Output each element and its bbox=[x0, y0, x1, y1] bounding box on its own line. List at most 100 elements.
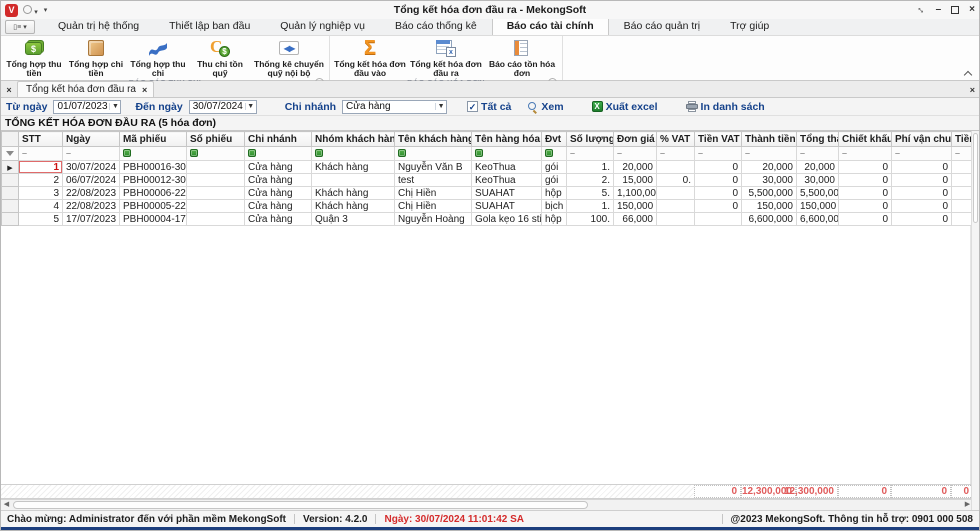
grid-cell[interactable]: gói bbox=[542, 161, 567, 174]
filter-cell-14[interactable]: – bbox=[797, 147, 839, 161]
grid-cell[interactable] bbox=[952, 213, 972, 226]
grid-cell[interactable]: bịch bbox=[542, 200, 567, 213]
table-row[interactable]: 422/08/2023PBH00005-220...Cửa hàngKhách … bbox=[2, 200, 972, 213]
chevron-down-icon[interactable]: ▼ bbox=[435, 103, 446, 110]
grid-cell[interactable]: SUAHAT bbox=[472, 187, 542, 200]
close-tab-icon[interactable]: × bbox=[142, 85, 147, 95]
filter-cell-6[interactable] bbox=[395, 147, 472, 161]
grid-cell[interactable]: 5 bbox=[19, 213, 63, 226]
grid-cell[interactable]: 5. bbox=[567, 187, 614, 200]
restore-button[interactable] bbox=[951, 6, 959, 14]
grid-cell[interactable]: 30,000 bbox=[742, 174, 797, 187]
column-header-13[interactable]: Thành tiền bbox=[742, 132, 797, 147]
grid-cell[interactable]: Chị Hiền bbox=[395, 187, 472, 200]
column-header-5[interactable]: Nhóm khách hàng bbox=[312, 132, 395, 147]
filter-cell-10[interactable]: – bbox=[614, 147, 657, 161]
document-tab[interactable]: Tổng kết hóa đơn đầu ra × bbox=[17, 81, 154, 97]
table-row[interactable]: ▶130/07/2024PBH00016-300...Cửa hàngKhách… bbox=[2, 161, 972, 174]
all-checkbox-group[interactable]: ✓ Tất cả bbox=[467, 101, 511, 113]
grid-cell[interactable]: Nguyễn Hoàng bbox=[395, 213, 472, 226]
ribbon-tab-1[interactable]: Thiết lập ban đầu bbox=[154, 17, 265, 35]
grid-cell[interactable]: 2 bbox=[19, 174, 63, 187]
grid-cell[interactable]: 0 bbox=[695, 187, 742, 200]
grid-cell[interactable]: 150,000 bbox=[797, 200, 839, 213]
grid-cell[interactable]: Khách hàng bbox=[312, 187, 395, 200]
filter-cell-17[interactable]: – bbox=[952, 147, 972, 161]
scrollbar-thumb[interactable] bbox=[973, 133, 978, 223]
grid-cell[interactable]: 06/07/2024 bbox=[63, 174, 120, 187]
grid-cell[interactable]: 0 bbox=[892, 187, 952, 200]
grid-cell[interactable]: 0 bbox=[892, 213, 952, 226]
column-header-7[interactable]: Tên hàng hóa bbox=[472, 132, 542, 147]
ribbon-button-1-1[interactable]: xTổng kết hóa đơn đầu ra bbox=[408, 36, 484, 78]
grid-cell[interactable]: 20,000 bbox=[614, 161, 657, 174]
ribbon-button-0-1[interactable]: Tổng hợp chi tiền bbox=[65, 36, 127, 78]
grid-cell[interactable]: 4 bbox=[19, 200, 63, 213]
filter-cell-2[interactable] bbox=[120, 147, 187, 161]
print-list-button[interactable]: In danh sách bbox=[686, 101, 765, 113]
vertical-scrollbar[interactable] bbox=[971, 131, 979, 510]
grid-cell[interactable]: gói bbox=[542, 174, 567, 187]
filter-cell-1[interactable]: – bbox=[63, 147, 120, 161]
ribbon-button-1-0[interactable]: ΣTổng kết hóa đơn đầu vào bbox=[332, 36, 408, 78]
chevron-down-icon[interactable]: ▼ bbox=[109, 103, 120, 110]
grid-cell[interactable] bbox=[187, 174, 245, 187]
table-row[interactable]: 517/07/2023PBH00004-170...Cửa hàngQuận 3… bbox=[2, 213, 972, 226]
to-date-picker[interactable]: 30/07/2024 ▼ bbox=[189, 100, 257, 114]
filter-cell-8[interactable] bbox=[542, 147, 567, 161]
grid-cell[interactable]: PBH00005-220... bbox=[120, 200, 187, 213]
grid-cell[interactable]: 100. bbox=[567, 213, 614, 226]
grid-empty-area[interactable] bbox=[1, 226, 971, 484]
grid-cell[interactable]: 0 bbox=[695, 200, 742, 213]
grid-cell[interactable]: 1 bbox=[19, 161, 63, 174]
grid-cell[interactable]: 6,600,000 bbox=[742, 213, 797, 226]
ribbon-button-0-3[interactable]: C$Thu chi tồn quỹ bbox=[189, 36, 251, 78]
filter-cell-3[interactable] bbox=[187, 147, 245, 161]
all-checkbox[interactable]: ✓ bbox=[467, 101, 478, 112]
ribbon-button-0-2[interactable]: Tổng hợp thu chi bbox=[127, 36, 189, 78]
grid-cell[interactable]: 0 bbox=[695, 161, 742, 174]
table-row[interactable]: 206/07/2024PBH00012-300...Cửa hàngtestKe… bbox=[2, 174, 972, 187]
filter-cell-5[interactable] bbox=[312, 147, 395, 161]
grid-cell[interactable]: 150,000 bbox=[742, 200, 797, 213]
column-header-2[interactable]: Mã phiếu bbox=[120, 132, 187, 147]
ribbon-tab-3[interactable]: Báo cáo thống kê bbox=[380, 17, 492, 35]
grid-cell[interactable]: 22/08/2023 bbox=[63, 187, 120, 200]
column-header-3[interactable]: Số phiếu bbox=[187, 132, 245, 147]
column-header-11[interactable]: % VAT bbox=[657, 132, 695, 147]
grid-cell[interactable]: 1,100,000 bbox=[614, 187, 657, 200]
filter-cell-15[interactable]: – bbox=[839, 147, 892, 161]
grid-cell[interactable]: 1. bbox=[567, 161, 614, 174]
column-header-14[interactable]: Tổng thà... bbox=[797, 132, 839, 147]
grid-cell[interactable]: 20,000 bbox=[742, 161, 797, 174]
horizontal-scrollbar[interactable]: ◀ ▶ bbox=[1, 499, 971, 510]
grid-cell[interactable]: 5,500,000 bbox=[797, 187, 839, 200]
close-document-button[interactable]: × bbox=[970, 85, 975, 95]
grid-cell[interactable]: 0 bbox=[892, 200, 952, 213]
grid-cell[interactable]: Cửa hàng bbox=[245, 213, 312, 226]
grid-cell[interactable]: 30/07/2024 bbox=[63, 161, 120, 174]
ribbon-tab-5[interactable]: Báo cáo quản trị bbox=[609, 17, 715, 35]
grid-cell[interactable]: Cửa hàng bbox=[245, 174, 312, 187]
filter-cell-16[interactable]: – bbox=[892, 147, 952, 161]
grid-cell[interactable]: Gola kẹo 16 stick bbox=[472, 213, 542, 226]
column-header-4[interactable]: Chi nhánh bbox=[245, 132, 312, 147]
grid-cell[interactable]: PBH00006-220... bbox=[120, 187, 187, 200]
app-menu-button[interactable]: ▯≡▾ bbox=[5, 20, 35, 34]
app-logo-icon[interactable]: V bbox=[5, 4, 18, 17]
grid-cell[interactable]: KeoThua bbox=[472, 174, 542, 187]
close-button[interactable]: × bbox=[969, 5, 975, 15]
grid-cell[interactable] bbox=[312, 174, 395, 187]
grid-cell[interactable]: 66,000 bbox=[614, 213, 657, 226]
ribbon-button-1-2[interactable]: Báo cáo tồn hóa đơn bbox=[484, 36, 560, 78]
grid-cell[interactable] bbox=[187, 187, 245, 200]
column-header-9[interactable]: Số lượng bbox=[567, 132, 614, 147]
grid-cell[interactable]: 2. bbox=[567, 174, 614, 187]
grid-cell[interactable]: Cửa hàng bbox=[245, 200, 312, 213]
grid-cell[interactable] bbox=[952, 174, 972, 187]
filter-cell-7[interactable] bbox=[472, 147, 542, 161]
grid-cell[interactable] bbox=[187, 161, 245, 174]
filter-cell-12[interactable]: – bbox=[695, 147, 742, 161]
grid-cell[interactable]: 0 bbox=[892, 161, 952, 174]
grid-cell[interactable] bbox=[952, 187, 972, 200]
